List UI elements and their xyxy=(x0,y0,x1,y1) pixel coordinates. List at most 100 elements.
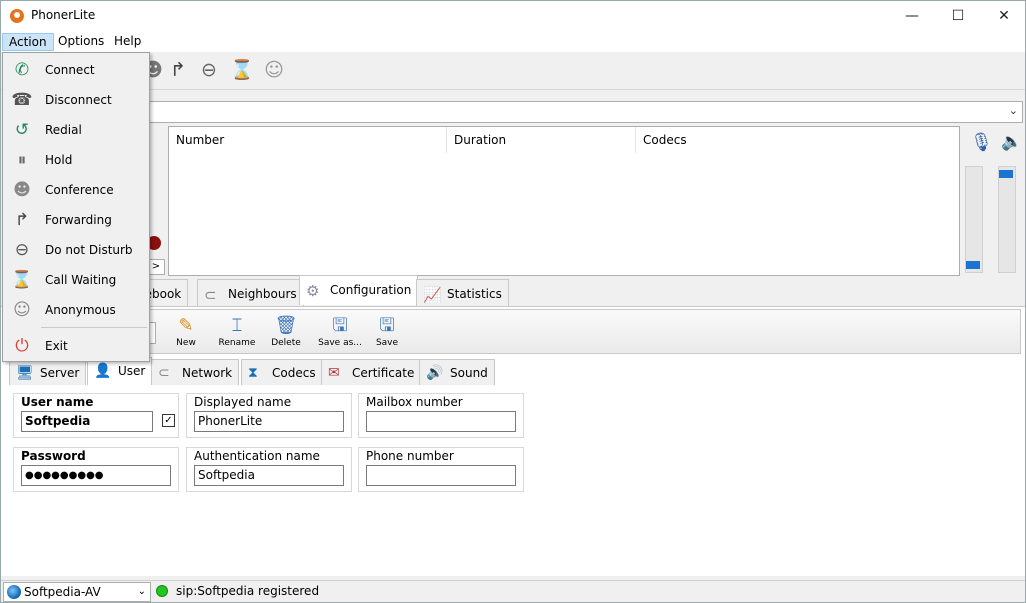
auth-name-label: Authentication name xyxy=(194,449,320,463)
tab-network[interactable]: ⊂ Network xyxy=(151,359,240,385)
save-as-button[interactable]: 🖫 Save as... xyxy=(314,314,366,348)
minimize-button[interactable]: — xyxy=(889,1,935,31)
user-name-checkbox[interactable]: ✓ xyxy=(162,414,175,427)
microphone-mute-icon[interactable]: 🎙 xyxy=(970,132,993,153)
gear-icon: ⚙ xyxy=(306,281,320,300)
trash-icon: 🗑 xyxy=(274,315,298,336)
speaker-icon: 🔊 xyxy=(426,365,444,381)
menu-item-do-not-disturb[interactable]: ⊖ Do not Disturb xyxy=(3,235,149,265)
status-led-icon xyxy=(156,585,168,597)
displayed-name-group: Displayed name PhonerLite xyxy=(186,393,352,438)
delete-button[interactable]: 🗑 Delete xyxy=(263,314,309,348)
menu-bar: Action Options Help xyxy=(1,31,1025,52)
phone-number-label: Phone number xyxy=(366,449,454,463)
conference-icon: ☻ xyxy=(13,180,31,200)
menu-item-label: Hold xyxy=(45,153,73,167)
maximize-button[interactable]: ☐ xyxy=(935,1,981,31)
dnd-icon[interactable]: ⊖ xyxy=(197,58,221,82)
speaker-mute-icon[interactable]: 🔈 xyxy=(1001,132,1022,152)
tab-neighbours[interactable]: ⊂ Neighbours xyxy=(197,279,304,307)
statistics-icon: 📈 xyxy=(423,285,442,304)
save-icon: 🖫 xyxy=(379,315,395,336)
tab-server[interactable]: 🖥 Server xyxy=(9,359,87,385)
certificate-icon: ✉ xyxy=(328,365,340,381)
close-button[interactable]: ✕ xyxy=(981,1,1026,31)
redial-icon: ↺ xyxy=(14,120,30,140)
menu-item-disconnect[interactable]: ☎ Disconnect xyxy=(3,85,149,115)
slider-thumb[interactable] xyxy=(999,170,1013,178)
password-group: Password ●●●●●●●●● xyxy=(13,447,179,492)
mailbox-group: Mailbox number xyxy=(358,393,524,438)
rename-button[interactable]: ⌶ Rename xyxy=(214,314,260,348)
menu-options[interactable]: Options xyxy=(52,33,110,49)
column-number[interactable]: Number xyxy=(169,127,447,153)
dnd-icon: ⊖ xyxy=(14,240,30,260)
config-tabs: 🖥 Server 👤 User ⊂ Network ⧗ Codecs ✉ Certific… xyxy=(1,357,1025,385)
menu-help[interactable]: Help xyxy=(108,33,147,49)
menu-item-label: Redial xyxy=(45,123,82,137)
main-toolbar: ☻ ↱ ⊖ ⌛ ☺ xyxy=(1,52,1025,90)
rename-icon: ⌶ xyxy=(231,315,243,336)
password-input[interactable]: ●●●●●●●●● xyxy=(21,465,171,486)
anonymous-icon[interactable]: ☺ xyxy=(262,58,286,82)
menu-item-redial[interactable]: ↺ Redial xyxy=(3,115,149,145)
neighbours-icon: ⊂ xyxy=(204,285,217,304)
menu-item-label: Call Waiting xyxy=(45,273,117,287)
globe-icon xyxy=(7,585,21,599)
status-bar: Softpedia-AV ⌄ sip:Softpedia registered xyxy=(1,580,1025,602)
profile-combobox[interactable]: Softpedia-AV ⌄ xyxy=(3,582,151,602)
chevron-down-icon[interactable]: ⌄ xyxy=(138,583,146,601)
save-as-icon: 🖫 xyxy=(332,315,348,336)
menu-item-conference[interactable]: ☻ Conference xyxy=(3,175,149,205)
main-tabs: nebook ⊂ Neighbours ⚙ Configuration 📈 Stati… xyxy=(1,275,1025,307)
call-waiting-icon[interactable]: ⌛ xyxy=(230,58,254,82)
power-icon: ⏻ xyxy=(15,336,29,356)
number-combobox[interactable]: ⌄ xyxy=(149,101,1023,123)
slider-thumb[interactable] xyxy=(966,261,980,269)
profile-name: Softpedia-AV xyxy=(24,585,101,599)
save-button[interactable]: 🖫 Save xyxy=(364,314,410,348)
pencil-icon: ✎ xyxy=(178,315,194,336)
displayed-name-label: Displayed name xyxy=(194,395,292,409)
new-button[interactable]: ✎ New xyxy=(163,314,209,348)
menu-item-connect[interactable]: ✆ Connect xyxy=(3,55,149,85)
menu-item-label: Conference xyxy=(45,183,114,197)
menu-item-anonymous[interactable]: ☺ Anonymous xyxy=(3,295,149,325)
tab-codecs[interactable]: ⧗ Codecs xyxy=(241,359,323,385)
forward-icon[interactable]: ↱ xyxy=(166,58,190,82)
config-toolbar: ⌄ ✎ New ⌶ Rename 🗑 Delete 🖫 Save as... 🖫… xyxy=(9,309,1021,354)
volume-panel: 🎙 🔈 xyxy=(961,126,1025,276)
speaker-volume-slider[interactable] xyxy=(998,166,1016,273)
displayed-name-input[interactable]: PhonerLite xyxy=(194,411,344,432)
menu-action[interactable]: Action xyxy=(2,33,54,51)
status-text: sip:Softpedia registered xyxy=(176,584,320,598)
tab-configuration[interactable]: ⚙ Configuration xyxy=(299,275,419,305)
tab-sound[interactable]: 🔊 Sound xyxy=(419,359,495,385)
user-form: User name Softpedia ✓ Displayed name Pho… xyxy=(9,384,1021,574)
auth-name-input[interactable]: Softpedia xyxy=(194,465,344,486)
user-name-group: User name Softpedia ✓ xyxy=(13,393,179,438)
menu-item-exit[interactable]: ⏻ Exit xyxy=(3,331,149,361)
tab-certificate[interactable]: ✉ Certificate xyxy=(321,359,422,385)
column-duration[interactable]: Duration xyxy=(447,127,636,153)
server-icon: 🖥 xyxy=(16,365,34,381)
app-logo-icon xyxy=(10,9,24,23)
menu-item-forwarding[interactable]: ↱ Forwarding xyxy=(3,205,149,235)
microphone-volume-slider[interactable] xyxy=(965,166,983,273)
calls-table[interactable]: Number Duration Codecs xyxy=(168,126,960,276)
tab-statistics[interactable]: 📈 Statistics xyxy=(416,279,509,307)
user-name-input[interactable]: Softpedia xyxy=(21,411,153,432)
menu-item-label: Connect xyxy=(45,63,95,77)
mailbox-input[interactable] xyxy=(366,411,516,432)
menu-item-label: Anonymous xyxy=(45,303,116,317)
chevron-down-icon[interactable]: ⌄ xyxy=(1009,104,1018,117)
menu-item-call-waiting[interactable]: ⌛ Call Waiting xyxy=(3,265,149,295)
column-codecs[interactable]: Codecs xyxy=(636,127,959,153)
menu-item-label: Forwarding xyxy=(45,213,112,227)
auth-name-group: Authentication name Softpedia xyxy=(186,447,352,492)
menu-item-hold[interactable]: ⏸ Hold xyxy=(3,145,149,175)
network-icon: ⊂ xyxy=(158,365,170,381)
call-waiting-icon: ⌛ xyxy=(11,270,33,290)
phone-number-input[interactable] xyxy=(366,465,516,486)
phone-icon: ✆ xyxy=(14,60,30,80)
